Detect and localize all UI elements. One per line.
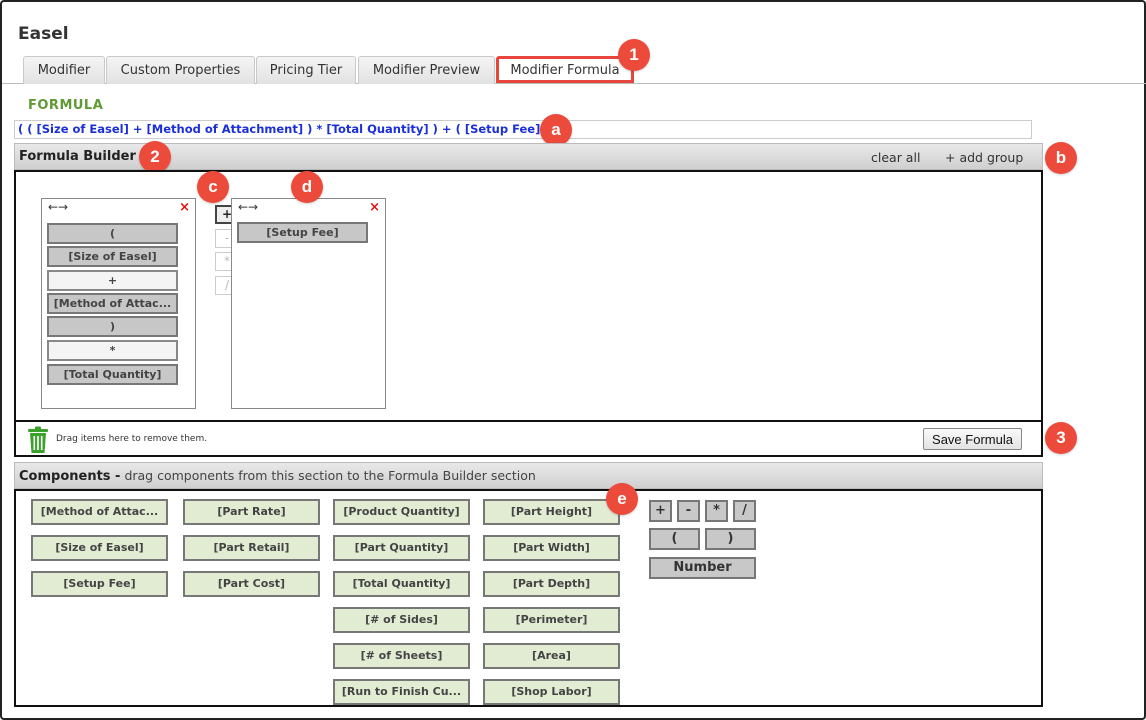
callout-badge-3: 3 xyxy=(1045,422,1077,454)
callout-badge-c: c xyxy=(197,171,229,203)
formula-token[interactable]: * xyxy=(47,340,178,361)
move-arrows-icon[interactable]: ←→ xyxy=(48,200,68,214)
component-item[interactable]: [Product Quantity] xyxy=(333,499,470,525)
formula-builder-title: Formula Builder xyxy=(19,149,136,164)
component-item[interactable]: [# of Sheets] xyxy=(333,643,470,669)
components-panel: [Method of Attac... [Size of Easel] [Set… xyxy=(14,489,1043,707)
component-item[interactable]: [Perimeter] xyxy=(483,607,620,633)
formula-token[interactable]: [Setup Fee] xyxy=(237,222,368,243)
formula-expression: ( ( [Size of Easel] + [Method of Attachm… xyxy=(14,120,1032,139)
components-header: Components - drag components from this s… xyxy=(14,462,1043,489)
component-item[interactable]: [Part Rate] xyxy=(183,499,320,525)
component-number[interactable]: Number xyxy=(649,557,756,579)
formula-token[interactable]: [Method of Attac... xyxy=(47,293,178,314)
callout-badge-a: a xyxy=(540,114,572,146)
component-operator-multiply[interactable]: * xyxy=(705,500,728,522)
component-item[interactable]: [Part Cost] xyxy=(183,571,320,597)
tab-modifier-formula[interactable]: Modifier Formula xyxy=(496,56,634,83)
formula-token[interactable]: ( xyxy=(47,223,178,244)
formula-group-2[interactable]: ←→ × [Setup Fee] xyxy=(231,198,386,409)
callout-badge-b: b xyxy=(1045,142,1077,174)
formula-token[interactable]: [Size of Easel] xyxy=(47,246,178,267)
clear-all-link[interactable]: clear all xyxy=(871,150,920,165)
window-frame: Easel Modifier Custom Properties Pricing… xyxy=(0,0,1146,720)
callout-badge-2: 2 xyxy=(139,141,171,173)
components-title-label: Components - xyxy=(19,469,121,484)
component-operator-plus[interactable]: + xyxy=(649,500,672,522)
tab-modifier[interactable]: Modifier xyxy=(23,56,105,84)
component-item[interactable]: [Size of Easel] xyxy=(31,535,168,561)
component-item[interactable]: [Shop Labor] xyxy=(483,679,620,705)
remove-group-icon[interactable]: × xyxy=(369,200,380,215)
formula-builder-workspace[interactable]: ←→ × ( [Size of Easel] + [Method of Atta… xyxy=(14,170,1043,422)
trash-icon xyxy=(28,426,48,453)
component-item[interactable]: [Part Quantity] xyxy=(333,535,470,561)
trash-drop-zone[interactable]: Drag items here to remove them. Save For… xyxy=(14,420,1043,457)
formula-token[interactable]: [Total Quantity] xyxy=(47,364,178,385)
save-formula-button[interactable]: Save Formula xyxy=(923,428,1022,450)
add-group-link[interactable]: + add group xyxy=(945,150,1023,165)
page-title: Easel xyxy=(18,24,69,44)
component-item[interactable]: [# of Sides] xyxy=(333,607,470,633)
component-item[interactable]: [Setup Fee] xyxy=(31,571,168,597)
formula-group-1[interactable]: ←→ × ( [Size of Easel] + [Method of Atta… xyxy=(41,198,196,409)
component-item[interactable]: [Run to Finish Cu... xyxy=(333,679,470,705)
components-subtitle: drag components from this section to the… xyxy=(120,468,536,483)
formula-token[interactable]: ) xyxy=(47,316,178,337)
components-title: Components - drag components from this s… xyxy=(19,468,536,484)
trash-hint: Drag items here to remove them. xyxy=(56,434,208,444)
component-item[interactable]: [Total Quantity] xyxy=(333,571,470,597)
component-close-paren[interactable]: ) xyxy=(705,528,756,550)
component-item[interactable]: [Part Depth] xyxy=(483,571,620,597)
component-item[interactable]: [Area] xyxy=(483,643,620,669)
formula-section-label: FORMULA xyxy=(28,98,104,113)
component-item[interactable]: [Part Retail] xyxy=(183,535,320,561)
tab-pricing-tier[interactable]: Pricing Tier xyxy=(256,56,356,84)
move-arrows-icon[interactable]: ←→ xyxy=(238,200,258,214)
component-item[interactable]: [Part Width] xyxy=(483,535,620,561)
component-operator-divide[interactable]: / xyxy=(733,500,756,522)
component-item[interactable]: [Part Height] xyxy=(483,499,620,525)
component-item[interactable]: [Method of Attac... xyxy=(31,499,168,525)
callout-badge-1: 1 xyxy=(618,39,650,71)
remove-group-icon[interactable]: × xyxy=(179,200,190,215)
tab-custom-properties[interactable]: Custom Properties xyxy=(106,56,255,84)
component-operator-minus[interactable]: - xyxy=(677,500,700,522)
formula-token[interactable]: + xyxy=(47,270,178,291)
component-open-paren[interactable]: ( xyxy=(649,528,700,550)
tab-modifier-preview[interactable]: Modifier Preview xyxy=(358,56,495,84)
callout-badge-d: d xyxy=(291,171,323,203)
tab-bar: Modifier Custom Properties Pricing Tier … xyxy=(2,56,1146,84)
callout-badge-e: e xyxy=(606,483,638,515)
